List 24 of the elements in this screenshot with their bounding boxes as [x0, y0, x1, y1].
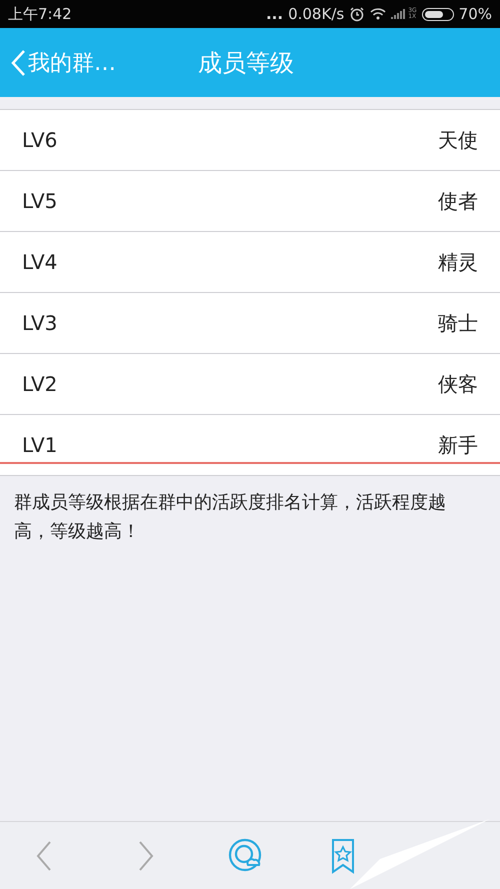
level-name: 新手 — [438, 432, 478, 458]
level-code: LV2 — [22, 372, 58, 396]
alarm-icon — [349, 6, 366, 22]
level-code: LV3 — [22, 311, 58, 335]
status-dots: ... — [266, 5, 284, 23]
battery-percent: 70% — [458, 5, 492, 23]
level-name: 骑士 — [438, 310, 478, 336]
level-name: 使者 — [438, 188, 478, 214]
battery-icon — [422, 8, 454, 20]
back-chevron-icon — [10, 48, 26, 76]
status-time: 上午7:42 — [8, 4, 72, 24]
wifi-icon — [370, 7, 386, 21]
level-code: LV6 — [22, 128, 58, 152]
chat-cloud-icon[interactable] — [228, 838, 262, 874]
level-name: 天使 — [438, 126, 478, 154]
page-title: 成员等级 — [198, 48, 294, 78]
network-speed: 0.08K/s — [288, 5, 344, 23]
level-code: LV5 — [22, 189, 58, 213]
level-code: LV1 — [22, 433, 58, 457]
level-name: 精灵 — [438, 248, 478, 276]
back-button[interactable]: 我的群… — [0, 48, 116, 78]
level-code: LV4 — [22, 250, 58, 274]
description-text: 群成员等级根据在群中的活跃度排名计算，活跃程度越高，等级越高！ — [13, 491, 447, 544]
level-name: 侠客 — [438, 370, 478, 398]
